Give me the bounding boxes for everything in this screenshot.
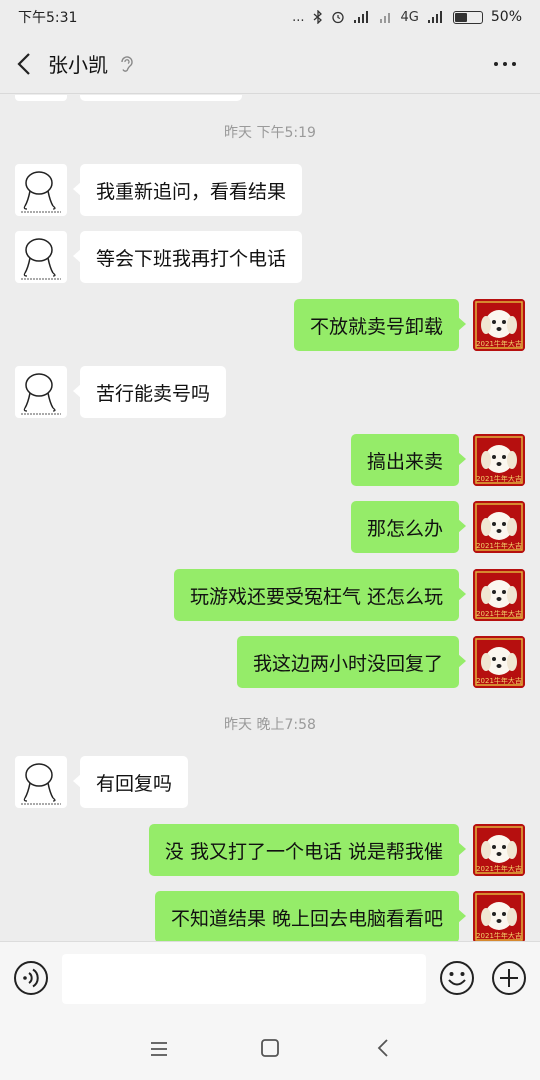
message-row: 我重新追问，看看结果 <box>0 164 540 216</box>
avatar-contact[interactable] <box>15 164 67 216</box>
message-row: 2021牛年大吉 玩游戏还要受冤枉气 还怎么玩 <box>0 569 540 621</box>
signal-hd-icon-2 <box>427 11 442 23</box>
contact-avatar-icon <box>21 763 61 805</box>
chat-title[interactable]: 张小凯 <box>48 49 108 78</box>
battery-icon <box>452 10 483 24</box>
avatar-self[interactable]: 2021牛年大吉 <box>473 434 525 486</box>
svg-text:2021牛年大吉: 2021牛年大吉 <box>476 609 522 618</box>
message-row: 有回复吗 <box>0 756 540 808</box>
message-bubble[interactable]: 不放就卖号卸载 <box>293 299 467 351</box>
message-bubble[interactable]: 苦行能卖号吗 <box>72 366 227 418</box>
message-input[interactable] <box>62 954 426 1004</box>
signal-bars-icon <box>379 13 390 23</box>
emoji-icon <box>440 961 474 995</box>
message-bubble[interactable]: 搞出来卖 <box>350 434 467 486</box>
message-bubble[interactable]: 我这边两小时没回复了 <box>236 636 467 688</box>
svg-text:2021牛年大吉: 2021牛年大吉 <box>476 864 522 873</box>
self-avatar-dog-icon: 2021牛年大吉 <box>473 434 525 486</box>
nav-back-button[interactable] <box>372 1037 394 1059</box>
message-row: 2021牛年大吉 那怎么办 <box>0 501 540 553</box>
message-row: 2021牛年大吉 不放就卖号卸载 <box>0 299 540 351</box>
battery-percent: 50% <box>490 9 522 25</box>
menu-icon <box>151 1042 167 1056</box>
timestamp: 昨天 晚上7:58 <box>224 717 316 733</box>
self-avatar-dog-icon: 2021牛年大吉 <box>473 299 525 351</box>
avatar-self[interactable]: 2021牛年大吉 <box>473 824 525 876</box>
dot <box>512 62 516 66</box>
svg-text:2021牛年大吉: 2021牛年大吉 <box>476 676 522 685</box>
more-functions-button[interactable] <box>491 960 527 996</box>
timestamp: 昨天 下午5:19 <box>224 125 316 141</box>
avatar-self[interactable]: 2021牛年大吉 <box>473 891 525 941</box>
emoji-button[interactable] <box>439 960 475 996</box>
network-type: 4G <box>400 9 419 25</box>
home-square-icon <box>261 1039 279 1057</box>
bluetooth-icon <box>313 10 322 24</box>
message-bubble[interactable]: 我重新追问，看看结果 <box>72 164 303 216</box>
avatar-self[interactable]: 2021牛年大吉 <box>473 299 525 351</box>
more-options-button[interactable] <box>490 52 520 76</box>
input-bar <box>0 941 540 1019</box>
self-avatar-dog-icon: 2021牛年大吉 <box>473 824 525 876</box>
svg-text:2021牛年大吉: 2021牛年大吉 <box>476 931 522 940</box>
message-row: 等会下班我再打个电话 <box>0 231 540 283</box>
message-bubble[interactable]: 没 我又打了一个电话 说是帮我催 <box>148 824 467 876</box>
self-avatar-dog-icon: 2021牛年大吉 <box>473 891 525 941</box>
avatar-contact[interactable] <box>15 231 67 283</box>
status-indicators: ... 4G 50% <box>292 9 522 25</box>
message-row: 2021牛年大吉 我这边两小时没回复了 <box>0 636 540 688</box>
avatar-contact[interactable] <box>15 366 67 418</box>
plus-circle-icon <box>492 961 526 995</box>
notification-dots-icon: ... <box>292 9 305 25</box>
avatar-self[interactable]: 2021牛年大吉 <box>473 501 525 553</box>
dot <box>503 62 507 66</box>
message-bubble[interactable]: 玩游戏还要受冤枉气 还怎么玩 <box>173 569 467 621</box>
avatar-partial <box>15 95 67 101</box>
back-button[interactable] <box>0 34 48 94</box>
svg-text:2021牛年大吉: 2021牛年大吉 <box>476 339 522 348</box>
message-bubble[interactable]: 那怎么办 <box>350 501 467 553</box>
status-bar: 下午5:31 ... 4G 50% <box>0 0 540 34</box>
nav-back-icon <box>377 1039 388 1057</box>
message-bubble[interactable]: 有回复吗 <box>72 756 189 808</box>
signal-hd-icon <box>353 11 368 23</box>
contact-avatar-icon <box>21 373 61 415</box>
nav-menu-button[interactable] <box>148 1039 170 1059</box>
message-bubble[interactable]: 等会下班我再打个电话 <box>72 231 303 283</box>
message-row: 2021牛年大吉 不知道结果 晚上回去电脑看看吧 <box>0 891 540 941</box>
nav-home-button[interactable] <box>259 1037 281 1059</box>
chat-scroll-area[interactable]: 昨天 下午5:19 我重新追问，看看结果 等会下班我再打个电话 2021牛年大吉… <box>0 95 540 941</box>
svg-text:2021牛年大吉: 2021牛年大吉 <box>476 474 522 483</box>
avatar-contact[interactable] <box>15 756 67 808</box>
voice-icon <box>14 961 48 995</box>
avatar-self[interactable]: 2021牛年大吉 <box>473 636 525 688</box>
self-avatar-dog-icon: 2021牛年大吉 <box>473 501 525 553</box>
message-row: 2021牛年大吉 搞出来卖 <box>0 434 540 486</box>
message-row: 2021牛年大吉 没 我又打了一个电话 说是帮我催 <box>0 824 540 876</box>
contact-avatar-icon <box>21 238 61 280</box>
self-avatar-dog-icon: 2021牛年大吉 <box>473 636 525 688</box>
dot <box>494 62 498 66</box>
svg-text:2021牛年大吉: 2021牛年大吉 <box>476 541 522 550</box>
message-bubble[interactable]: 不知道结果 晚上回去电脑看看吧 <box>154 891 467 941</box>
avatar-self[interactable]: 2021牛年大吉 <box>473 569 525 621</box>
message-bubble-partial <box>80 95 242 101</box>
voice-input-button[interactable] <box>13 960 49 996</box>
chat-header: 张小凯 <box>0 34 540 94</box>
self-avatar-dog-icon: 2021牛年大吉 <box>473 569 525 621</box>
contact-avatar-icon <box>21 171 61 213</box>
ear-icon <box>121 55 133 72</box>
message-row: 苦行能卖号吗 <box>0 366 540 418</box>
chevron-left-icon <box>17 52 30 75</box>
battery-level <box>454 12 467 22</box>
alarm-icon <box>331 11 344 24</box>
status-time: 下午5:31 <box>18 10 78 26</box>
system-nav-bar <box>0 1019 540 1080</box>
